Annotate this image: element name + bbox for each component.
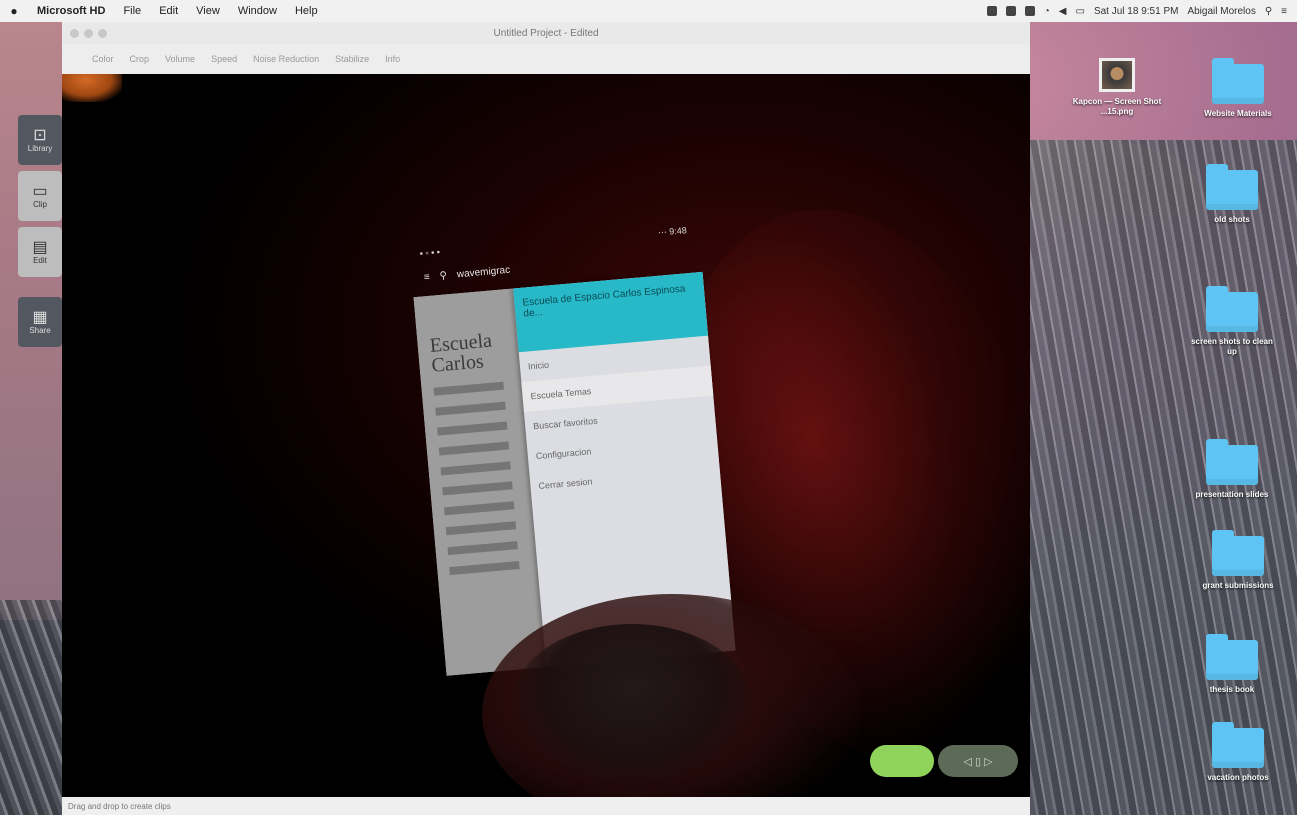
image-file-icon	[1099, 58, 1135, 92]
editor-toolbar: Color Crop Volume Speed Noise Reduction …	[62, 44, 1030, 75]
desktop-icon-label: grant submissions	[1202, 581, 1274, 590]
folder-icon	[1206, 439, 1258, 485]
tool-label: Share	[29, 325, 51, 335]
notification-icon[interactable]: ≡	[1281, 6, 1287, 17]
status-bar: Drag and drop to create clips	[62, 797, 1030, 815]
clip-icon: ▭	[32, 182, 48, 200]
menu-app-name[interactable]: Microsoft HD	[28, 5, 114, 17]
tray-icon[interactable]	[1005, 6, 1016, 16]
wallpaper-rock-left	[0, 600, 64, 815]
side-toolbar: ⊡ Library ▭ Clip ▤ Edit ▦ Share	[18, 115, 62, 353]
article-text-line	[440, 461, 511, 476]
desktop-icon-folder[interactable]: screen shots to clean up	[1187, 286, 1277, 357]
volume-icon[interactable]: ◀	[1059, 6, 1067, 17]
menu-edit[interactable]: Edit	[150, 5, 187, 17]
desktop-icon-folder[interactable]: vacation photos	[1193, 722, 1283, 783]
tool-library[interactable]: ⊡ Library	[18, 115, 62, 165]
tool-share[interactable]: ▦ Share	[18, 297, 62, 347]
tool-clip[interactable]: ▭ Clip	[18, 171, 62, 221]
edit-icon: ▤	[32, 238, 48, 256]
toolbar-crop[interactable]: Crop	[130, 54, 150, 64]
desktop-icon-folder[interactable]: old shots	[1187, 164, 1277, 225]
article-text-line	[449, 561, 520, 576]
library-icon: ⊡	[33, 126, 47, 144]
folder-icon	[1206, 634, 1258, 680]
toolbar-stabilize[interactable]: Stabilize	[335, 54, 369, 64]
phone-status-left: ▪ ▫ ▪ ▪	[419, 246, 441, 259]
article-text-line	[433, 381, 504, 396]
video-light-spot	[62, 74, 122, 102]
desktop-icon-folder[interactable]: Website Materials	[1193, 58, 1283, 119]
toolbar-volume[interactable]: Volume	[165, 54, 195, 64]
tool-edit[interactable]: ▤ Edit	[18, 227, 62, 277]
desktop-icon-label: presentation slides	[1195, 490, 1269, 499]
article-text-line	[443, 501, 515, 516]
playback-controls: ◁ ▯ ▷	[870, 745, 1018, 777]
desktop-icon-label: screen shots to clean up	[1191, 337, 1273, 356]
phone-status-right: ⋯ 9:48	[657, 225, 688, 238]
desktop-icon-photo[interactable]: Kapcon — Screen Shot ...15.png	[1072, 58, 1162, 117]
desktop-icon-folder[interactable]: presentation slides	[1187, 439, 1277, 500]
frame-step-controls[interactable]: ◁ ▯ ▷	[938, 745, 1018, 777]
share-icon: ▦	[32, 308, 48, 326]
menu-clock[interactable]: Sat Jul 18 9:51 PM	[1094, 6, 1179, 17]
apple-menu-icon[interactable]: ●	[0, 4, 28, 18]
desktop-icon-label: thesis book	[1209, 685, 1255, 694]
desktop-icon-label: vacation photos	[1207, 773, 1269, 782]
article-text-line	[435, 401, 506, 416]
toolbar-speed[interactable]: Speed	[211, 54, 237, 64]
folder-icon	[1212, 58, 1264, 104]
tray-icon[interactable]	[986, 6, 997, 16]
menu-help[interactable]: Help	[286, 5, 327, 17]
desktop-icon-folder[interactable]: grant submissions	[1193, 530, 1283, 591]
video-editor-window: Untitled Project - Edited Color Crop Vol…	[62, 22, 1030, 815]
menu-file[interactable]: File	[114, 5, 150, 17]
article-heading: Escuela Carlos	[428, 329, 493, 377]
article-text-line	[442, 481, 513, 496]
folder-icon	[1206, 286, 1258, 332]
window-title: Untitled Project - Edited	[493, 27, 599, 39]
spotlight-icon[interactable]: ⚲	[1265, 6, 1272, 17]
wifi-icon[interactable]: ◔	[1044, 6, 1050, 17]
window-titlebar[interactable]: Untitled Project - Edited	[62, 22, 1030, 44]
menu-window[interactable]: Window	[229, 5, 286, 17]
video-thumb-shadow	[512, 624, 752, 784]
folder-icon	[1212, 530, 1264, 576]
toolbar-color[interactable]: Color	[92, 54, 114, 64]
article-text-line	[447, 541, 518, 556]
article-text-line	[438, 441, 510, 456]
video-preview[interactable]: ▪ ▫ ▪ ▪ ⋯ 9:48 ≡ ⚲ wavemigrac Escuela Ca…	[62, 74, 1030, 797]
play-button[interactable]	[870, 745, 934, 777]
battery-icon[interactable]: ▭	[1076, 6, 1085, 17]
toolbar-info[interactable]: Info	[385, 54, 400, 64]
folder-icon	[1206, 164, 1258, 210]
menu-extras: ◔ ◀ ▭ Sat Jul 18 9:51 PM Abigail Morelos…	[986, 6, 1297, 17]
tray-icon[interactable]	[1024, 6, 1035, 16]
phone-app-title: wavemigrac	[456, 264, 511, 280]
toolbar-noise-reduction[interactable]: Noise Reduction	[253, 54, 319, 64]
folder-icon	[1212, 722, 1264, 768]
article-text-line	[437, 421, 508, 436]
menu-user[interactable]: Abigail Morelos	[1187, 6, 1255, 17]
desktop-icon-label: Website Materials	[1204, 109, 1272, 118]
desktop-icon-folder[interactable]: thesis book	[1187, 634, 1277, 695]
tool-label: Library	[27, 143, 53, 153]
tool-label: Edit	[33, 255, 47, 265]
search-icon: ⚲	[439, 269, 448, 282]
desktop-icon-label: Kapcon — Screen Shot ...15.png	[1072, 97, 1162, 116]
hamburger-icon: ≡	[423, 271, 431, 283]
menu-view[interactable]: View	[187, 5, 229, 17]
article-text-line	[445, 521, 517, 536]
desktop-icon-label: old shots	[1214, 215, 1250, 224]
menu-bar: ● Microsoft HD File Edit View Window Hel…	[0, 0, 1297, 22]
tool-label: Clip	[33, 199, 47, 209]
status-text: Drag and drop to create clips	[68, 801, 171, 811]
